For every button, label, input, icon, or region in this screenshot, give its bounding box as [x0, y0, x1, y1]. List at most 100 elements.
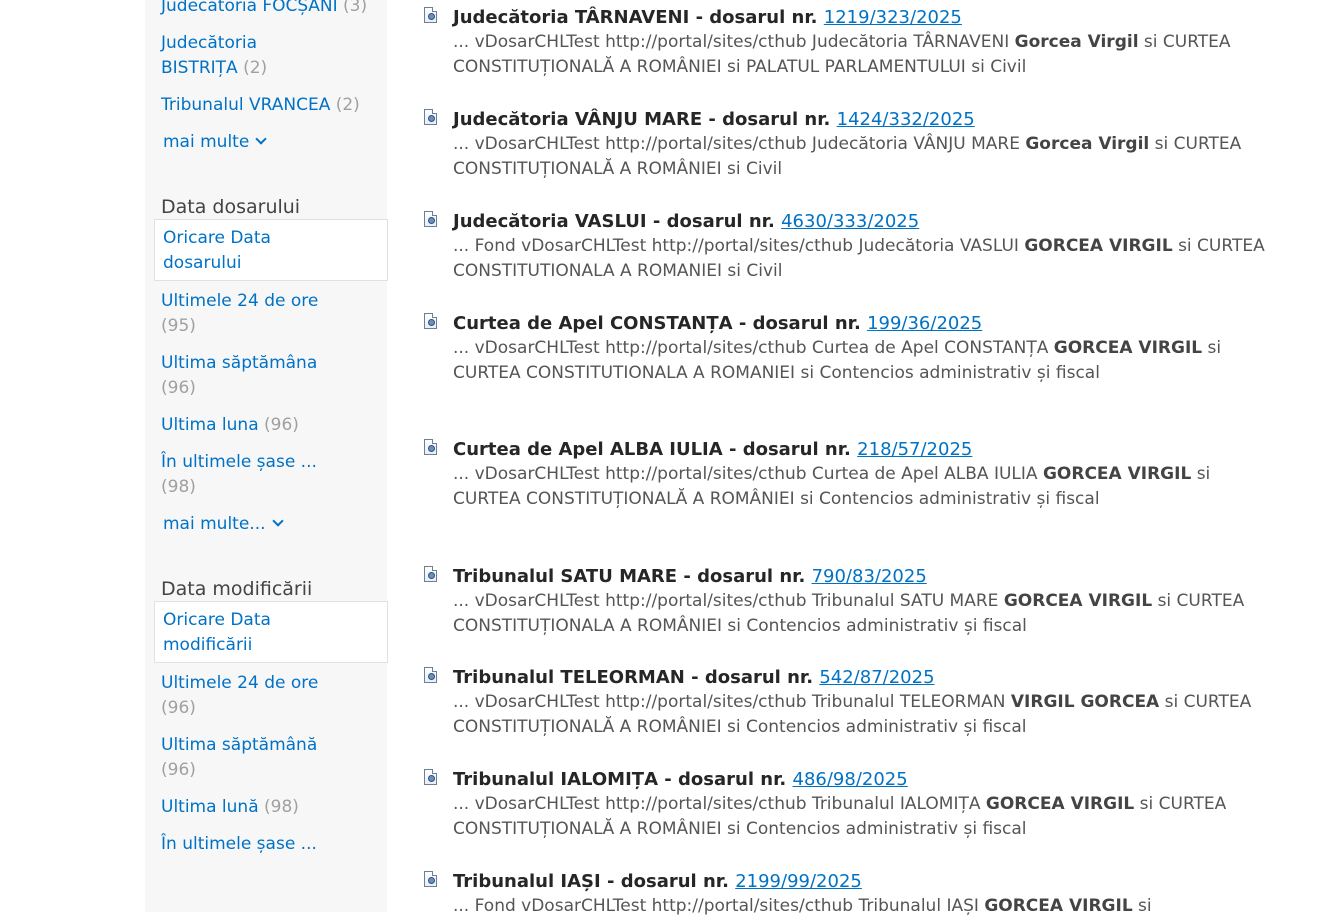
- result-title: Tribunalul SATU MARE - dosarul nr. 790/8…: [453, 564, 1283, 589]
- result-court: Curtea de Apel ALBA IULIA: [453, 439, 723, 460]
- result-court: Curtea de Apel CONSTANȚA: [453, 313, 733, 334]
- snippet-text: ... vDosarCHLTest http://portal/sites/ct…: [453, 591, 1004, 611]
- refiner-option[interactable]: Judecătoria FOCȘANI (3): [161, 0, 387, 19]
- result-snippet: ... vDosarCHLTest http://portal/sites/ct…: [453, 589, 1283, 639]
- refiner-option[interactable]: Ultimele 24 de ore (96): [161, 671, 341, 721]
- snippet-text: ... vDosarCHLTest http://portal/sites/ct…: [453, 692, 1011, 712]
- refiner-option[interactable]: Ultima săptămână (96): [161, 733, 341, 783]
- refiner-count: (2): [335, 95, 360, 115]
- case-number-link[interactable]: 218/57/2025: [857, 439, 972, 460]
- refiner-option[interactable]: În ultimele șase ... (98): [161, 450, 341, 500]
- snippet-highlight: VIRGIL GORCEA: [1010, 692, 1160, 712]
- result-court: Tribunalul IALOMIȚA: [453, 769, 659, 790]
- snippet-text: ... vDosarCHLTest http://portal/sites/ct…: [453, 464, 1043, 484]
- refiner-option[interactable]: În ultimele șase ...: [161, 832, 341, 857]
- case-date-any-option[interactable]: Oricare Data dosarului: [163, 226, 313, 276]
- refiner-label: Ultima săptămână: [161, 735, 318, 755]
- search-result: Judecătoria VÂNJU MARE - dosarul nr. 142…: [422, 102, 1283, 182]
- result-title: Curtea de Apel ALBA IULIA - dosarul nr. …: [453, 437, 1283, 462]
- result-court: Tribunalul TELEORMAN: [453, 667, 685, 688]
- refiner-option[interactable]: Ultima luna (96): [161, 413, 341, 438]
- result-title: Tribunalul TELEORMAN - dosarul nr. 542/8…: [453, 665, 1283, 690]
- refiner-count: (98): [264, 797, 299, 817]
- result-snippet: ... vDosarCHLTest http://portal/sites/ct…: [453, 132, 1283, 182]
- refiner-label: Ultimele 24 de ore: [161, 291, 319, 311]
- result-title: Judecătoria VASLUI - dosarul nr. 4630/33…: [453, 209, 1283, 234]
- case-date-refiner: Data dosarului Oricare Data dosarului Ul…: [154, 195, 388, 537]
- search-result: Curtea de Apel ALBA IULIA - dosarul nr. …: [422, 432, 1283, 512]
- result-separator: - dosarul nr.: [600, 871, 736, 892]
- result-snippet: ... Fond vDosarCHLTest http://portal/sit…: [453, 234, 1283, 284]
- result-snippet: ... vDosarCHLTest http://portal/sites/ct…: [453, 690, 1283, 740]
- snippet-text: ... vDosarCHLTest http://portal/sites/ct…: [453, 794, 986, 814]
- refiner-label: Judecătoria FOCȘANI: [161, 0, 338, 16]
- result-title: Tribunalul IALOMIȚA - dosarul nr. 486/98…: [453, 767, 1283, 792]
- case-number-link[interactable]: 542/87/2025: [819, 667, 934, 688]
- refiner-option[interactable]: Judecătoria BISTRIȚA (2): [161, 31, 301, 81]
- more-label: mai multe...: [163, 514, 266, 534]
- snippet-text: si: [1132, 896, 1152, 916]
- result-snippet: ... vDosarCHLTest http://portal/sites/ct…: [453, 792, 1283, 842]
- case-date-more-link[interactable]: mai multe...: [163, 512, 387, 537]
- case-number-link[interactable]: 790/83/2025: [812, 566, 927, 587]
- modified-date-any-option[interactable]: Oricare Data modificării: [163, 608, 313, 658]
- case-number-link[interactable]: 4630/333/2025: [781, 211, 919, 232]
- result-separator: - dosarul nr.: [722, 439, 858, 460]
- refiner-count: (96): [161, 760, 196, 780]
- case-number-link[interactable]: 1219/323/2025: [824, 7, 962, 28]
- result-title: Judecătoria TÂRNAVENI - dosarul nr. 1219…: [453, 5, 1283, 30]
- court-refiner-list: Judecătoria FOCȘANI (3) Judecătoria BIST…: [161, 0, 387, 155]
- result-separator: - dosarul nr.: [732, 313, 868, 334]
- refiner-count: (96): [264, 415, 299, 435]
- refinement-panel: Judecătoria FOCȘANI (3) Judecătoria BIST…: [145, 0, 388, 912]
- snippet-highlight: Gorcea Virgil: [1014, 32, 1139, 52]
- result-snippet: ... vDosarCHLTest http://portal/sites/ct…: [453, 336, 1283, 386]
- document-icon: [424, 667, 437, 683]
- document-icon: [424, 7, 437, 23]
- more-label: mai multe: [163, 132, 250, 152]
- case-date-selected[interactable]: Oricare Data dosarului: [154, 219, 388, 281]
- snippet-highlight: Gorcea Virgil: [1025, 134, 1150, 154]
- snippet-highlight: GORCEA VIRGIL: [1003, 591, 1153, 611]
- refiner-count: (3): [343, 0, 368, 16]
- refiner-count: (95): [161, 316, 196, 336]
- result-separator: - dosarul nr.: [677, 566, 812, 587]
- result-title: Judecătoria VÂNJU MARE - dosarul nr. 142…: [453, 107, 1283, 132]
- snippet-text: ... vDosarCHLTest http://portal/sites/ct…: [453, 32, 1015, 52]
- case-number-link[interactable]: 2199/99/2025: [735, 871, 862, 892]
- case-number-link[interactable]: 486/98/2025: [793, 769, 908, 790]
- refiner-option[interactable]: Ultima săptămâna (96): [161, 351, 341, 401]
- case-number-link[interactable]: 199/36/2025: [867, 313, 982, 334]
- search-result: Curtea de Apel CONSTANȚA - dosarul nr. 1…: [422, 306, 1283, 386]
- refiner-label: În ultimele șase ...: [161, 834, 317, 854]
- court-more-link[interactable]: mai multe: [163, 130, 387, 155]
- refiner-label: În ultimele șase ...: [161, 452, 317, 472]
- search-result: Tribunalul TELEORMAN - dosarul nr. 542/8…: [422, 660, 1283, 740]
- case-number-link[interactable]: 1424/332/2025: [837, 109, 975, 130]
- result-court: Tribunalul IAȘI: [453, 871, 601, 892]
- result-snippet: ... vDosarCHLTest http://portal/sites/ct…: [453, 462, 1283, 512]
- refiner-label: Tribunalul VRANCEA: [161, 95, 331, 115]
- document-icon: [424, 439, 437, 455]
- result-separator: - dosarul nr.: [689, 7, 824, 28]
- refiner-count: (2): [243, 58, 268, 78]
- refiner-option[interactable]: Ultima lună (98): [161, 795, 341, 820]
- result-separator: - dosarul nr.: [658, 769, 793, 790]
- result-court: Tribunalul SATU MARE: [453, 566, 678, 587]
- refiner-option[interactable]: Tribunalul VRANCEA (2): [161, 93, 361, 118]
- document-icon: [424, 871, 437, 887]
- snippet-highlight: GORCEA VIRGIL: [985, 794, 1135, 814]
- snippet-highlight: GORCEA VIRGIL: [1042, 464, 1192, 484]
- search-result: Tribunalul SATU MARE - dosarul nr. 790/8…: [422, 559, 1283, 639]
- search-result: Tribunalul IAȘI - dosarul nr. 2199/99/20…: [422, 864, 1283, 919]
- search-result: Judecătoria VASLUI - dosarul nr. 4630/33…: [422, 204, 1283, 284]
- refiner-label: Ultima săptămâna: [161, 353, 318, 373]
- result-court: Judecătoria VASLUI: [453, 211, 647, 232]
- result-snippet: ... Fond vDosarCHLTest http://portal/sit…: [453, 894, 1283, 919]
- snippet-text: ... vDosarCHLTest http://portal/sites/ct…: [453, 134, 1026, 154]
- refiner-option[interactable]: Ultimele 24 de ore (95): [161, 289, 341, 339]
- modified-date-refiner: Data modificării Oricare Data modificări…: [154, 577, 388, 857]
- search-result: Judecătoria TÂRNAVENI - dosarul nr. 1219…: [422, 0, 1283, 80]
- chevron-down-icon: [255, 133, 267, 145]
- modified-date-selected[interactable]: Oricare Data modificării: [154, 601, 388, 663]
